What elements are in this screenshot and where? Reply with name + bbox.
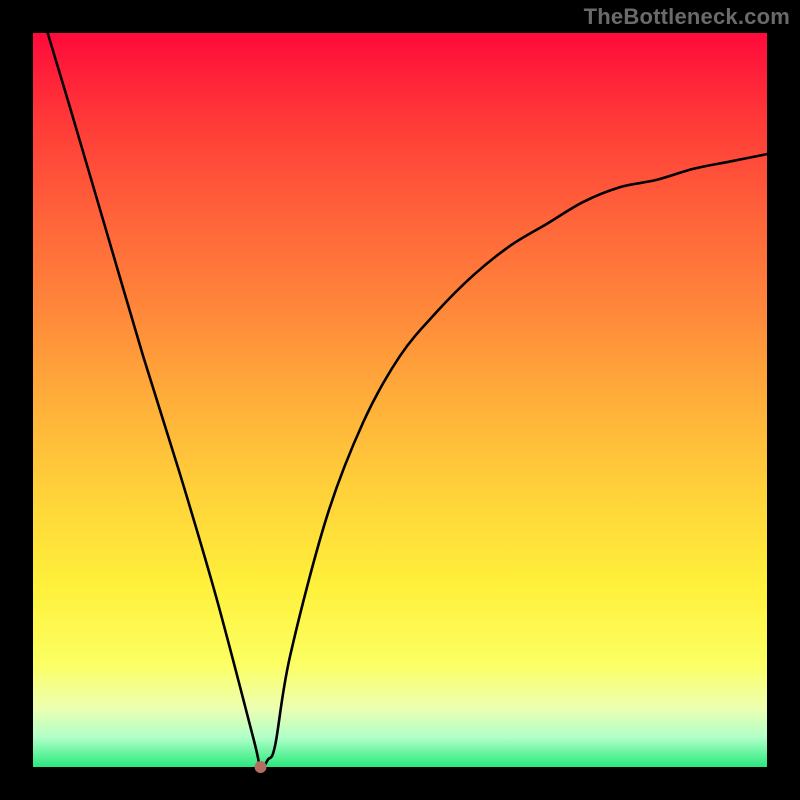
bottleneck-curve — [48, 33, 767, 768]
plot-area — [33, 33, 767, 767]
watermark-text: TheBottleneck.com — [584, 4, 790, 30]
curve-svg — [33, 33, 767, 767]
chart-frame: TheBottleneck.com — [0, 0, 800, 800]
minimum-point-marker — [255, 761, 267, 773]
